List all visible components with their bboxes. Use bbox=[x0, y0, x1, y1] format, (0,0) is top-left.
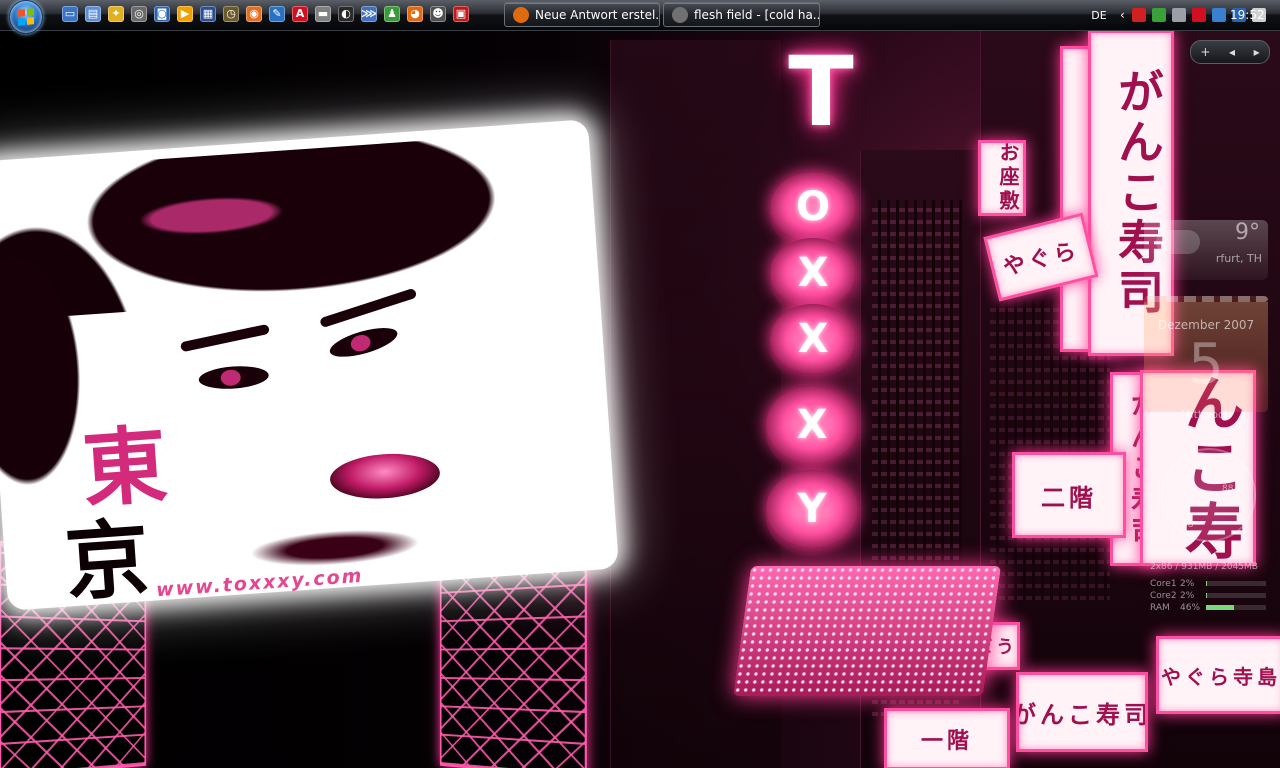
game-icon[interactable]: ▣ bbox=[453, 6, 469, 22]
cpu-row-label: RAM bbox=[1150, 602, 1170, 613]
meter-gadget[interactable]: 08 88 bbox=[1162, 448, 1256, 542]
switch-windows-icon[interactable]: ▤ bbox=[85, 6, 101, 22]
show-desktop-icon[interactable]: ▭ bbox=[62, 6, 78, 22]
monitor-icon[interactable] bbox=[1171, 8, 1186, 22]
writer-icon[interactable]: ✎ bbox=[269, 6, 285, 22]
security-alert-icon[interactable] bbox=[1131, 8, 1146, 22]
photo-eye-right bbox=[326, 322, 401, 363]
desktop-wallpaper: お座敷 06(6212)1705 がんこ寿司 がんこ寿司 がんこ寿司 二階 やぐ… bbox=[0, 0, 1280, 768]
printer-icon[interactable]: ▬ bbox=[315, 6, 331, 22]
messenger-status-icon[interactable] bbox=[1151, 8, 1166, 22]
wallpaper-photo-card: 東 京 bbox=[0, 119, 619, 611]
network-tray-icon[interactable] bbox=[1211, 8, 1226, 22]
cpu-row-value: 2% bbox=[1180, 578, 1195, 589]
app-window-icon[interactable]: ▦ bbox=[200, 6, 216, 22]
sign-gankozushi-low: がんこ寿司 bbox=[1016, 672, 1148, 752]
antivirus-icon[interactable]: A bbox=[292, 6, 308, 22]
kanji-capital: 京 bbox=[61, 507, 153, 611]
cpu-row-value: 2% bbox=[1180, 590, 1195, 601]
task-label: Neue Antwort erstel... bbox=[535, 7, 660, 22]
sign-bottom-banner: 一階 bbox=[884, 708, 1010, 768]
cpu-meter-header: 2x86 / 931MB / 2045MB bbox=[1150, 562, 1258, 572]
task-label: flesh field - [cold ha... bbox=[694, 7, 820, 22]
photo-eye-left bbox=[198, 364, 270, 391]
cpu-row-bar bbox=[1206, 605, 1266, 610]
cloud-icon bbox=[1156, 230, 1200, 254]
network-icon[interactable]: ⋙ bbox=[361, 6, 377, 22]
cpu-row-label: Core1 bbox=[1150, 578, 1177, 589]
sign-second-floor: 二階 bbox=[1012, 452, 1126, 538]
calendar-day: 5 bbox=[1188, 332, 1224, 397]
neon-disc-y: Y bbox=[766, 470, 858, 548]
cpu-row-core1: Core1 2% bbox=[1150, 578, 1266, 589]
neon-disc-x1: X bbox=[770, 238, 856, 308]
gadget-sidebar-controls: + ◂ ▸ bbox=[1190, 40, 1270, 64]
windows-logo-icon bbox=[18, 8, 34, 26]
neon-letter-t: T bbox=[788, 36, 854, 148]
blender-icon[interactable]: ◉ bbox=[246, 6, 262, 22]
neon-marquee bbox=[732, 566, 1002, 696]
photo-brow-left bbox=[179, 323, 270, 353]
task-flesh-field[interactable]: flesh field - [cold ha... bbox=[663, 2, 820, 27]
calendar-weekday: Mittwoch bbox=[1181, 408, 1231, 421]
steam-icon[interactable]: ◐ bbox=[338, 6, 354, 22]
meter-readout-1: 08 bbox=[1182, 520, 1194, 530]
cpu-row-bar bbox=[1206, 581, 1266, 586]
show-hidden-icons-button[interactable]: ‹ bbox=[1120, 8, 1125, 22]
neon-disc-x3: X bbox=[766, 386, 858, 464]
task-firefox-reply[interactable]: Neue Antwort erstel... bbox=[504, 2, 660, 27]
neon-disc-o: O bbox=[770, 172, 856, 242]
neon-disc-x2: X bbox=[770, 304, 856, 374]
cpu-meter-gadget[interactable]: 2x86 / 931MB / 2045MB Core1 2% Core2 2% … bbox=[1148, 562, 1268, 616]
start-button[interactable] bbox=[9, 0, 43, 34]
headset-icon[interactable]: ◎ bbox=[131, 6, 147, 22]
clock-app-icon[interactable]: ◷ bbox=[223, 6, 239, 22]
photo-lips bbox=[328, 450, 442, 502]
weather-temperature: 9° bbox=[1235, 220, 1260, 245]
firefox-icon[interactable]: ◕ bbox=[407, 6, 423, 22]
language-indicator[interactable]: DE bbox=[1086, 9, 1112, 22]
contacts-icon[interactable]: ♟ bbox=[384, 6, 400, 22]
messenger-icon[interactable]: ◙ bbox=[154, 6, 170, 22]
quick-launch-toolbar: ▭ ▤ ✦ ◎ ◙ ▶ ▦ ◷ ◉ ✎ A ▬ ◐ ⋙ ♟ ◕ ☻ ▣ bbox=[62, 6, 469, 22]
gadget-next-button[interactable]: ▸ bbox=[1254, 45, 1260, 59]
media-player-icon[interactable]: ▶ bbox=[177, 6, 193, 22]
sign-yagura-low: やぐら寺島 bbox=[1156, 636, 1280, 714]
alien-icon[interactable]: ☻ bbox=[430, 6, 446, 22]
meter-readout-2: 88 bbox=[1222, 484, 1234, 494]
cpu-row-value: 46% bbox=[1180, 602, 1201, 613]
utility-icon[interactable]: ✦ bbox=[108, 6, 124, 22]
taskbar-clock[interactable]: 19:52 bbox=[1230, 8, 1265, 22]
firefox-icon bbox=[513, 6, 529, 23]
cpu-row-core2: Core2 2% bbox=[1150, 590, 1266, 601]
weather-gadget[interactable]: 9° rfurt, TH bbox=[1144, 220, 1268, 280]
sign-oza: お座敷 bbox=[978, 140, 1026, 216]
calendar-gadget[interactable]: Dezember 2007 5 Mittwoch bbox=[1144, 296, 1268, 421]
gadget-prev-button[interactable]: ◂ bbox=[1229, 45, 1235, 59]
weather-city: rfurt, TH bbox=[1215, 252, 1262, 265]
cpu-row-label: Core2 bbox=[1150, 590, 1177, 601]
cpu-row-bar bbox=[1206, 593, 1266, 598]
taskbar: ▭ ▤ ✦ ◎ ◙ ▶ ▦ ◷ ◉ ✎ A ▬ ◐ ⋙ ♟ ◕ ☻ ▣ Neue Antwort erstel..… bbox=[0, 0, 1280, 34]
calendar-month: Dezember 2007 bbox=[1157, 318, 1255, 332]
cpu-row-ram: RAM 46% bbox=[1150, 602, 1266, 613]
antivirus-tray-icon[interactable] bbox=[1191, 8, 1206, 22]
alien-icon bbox=[672, 6, 688, 23]
add-gadget-button[interactable]: + bbox=[1200, 45, 1210, 59]
